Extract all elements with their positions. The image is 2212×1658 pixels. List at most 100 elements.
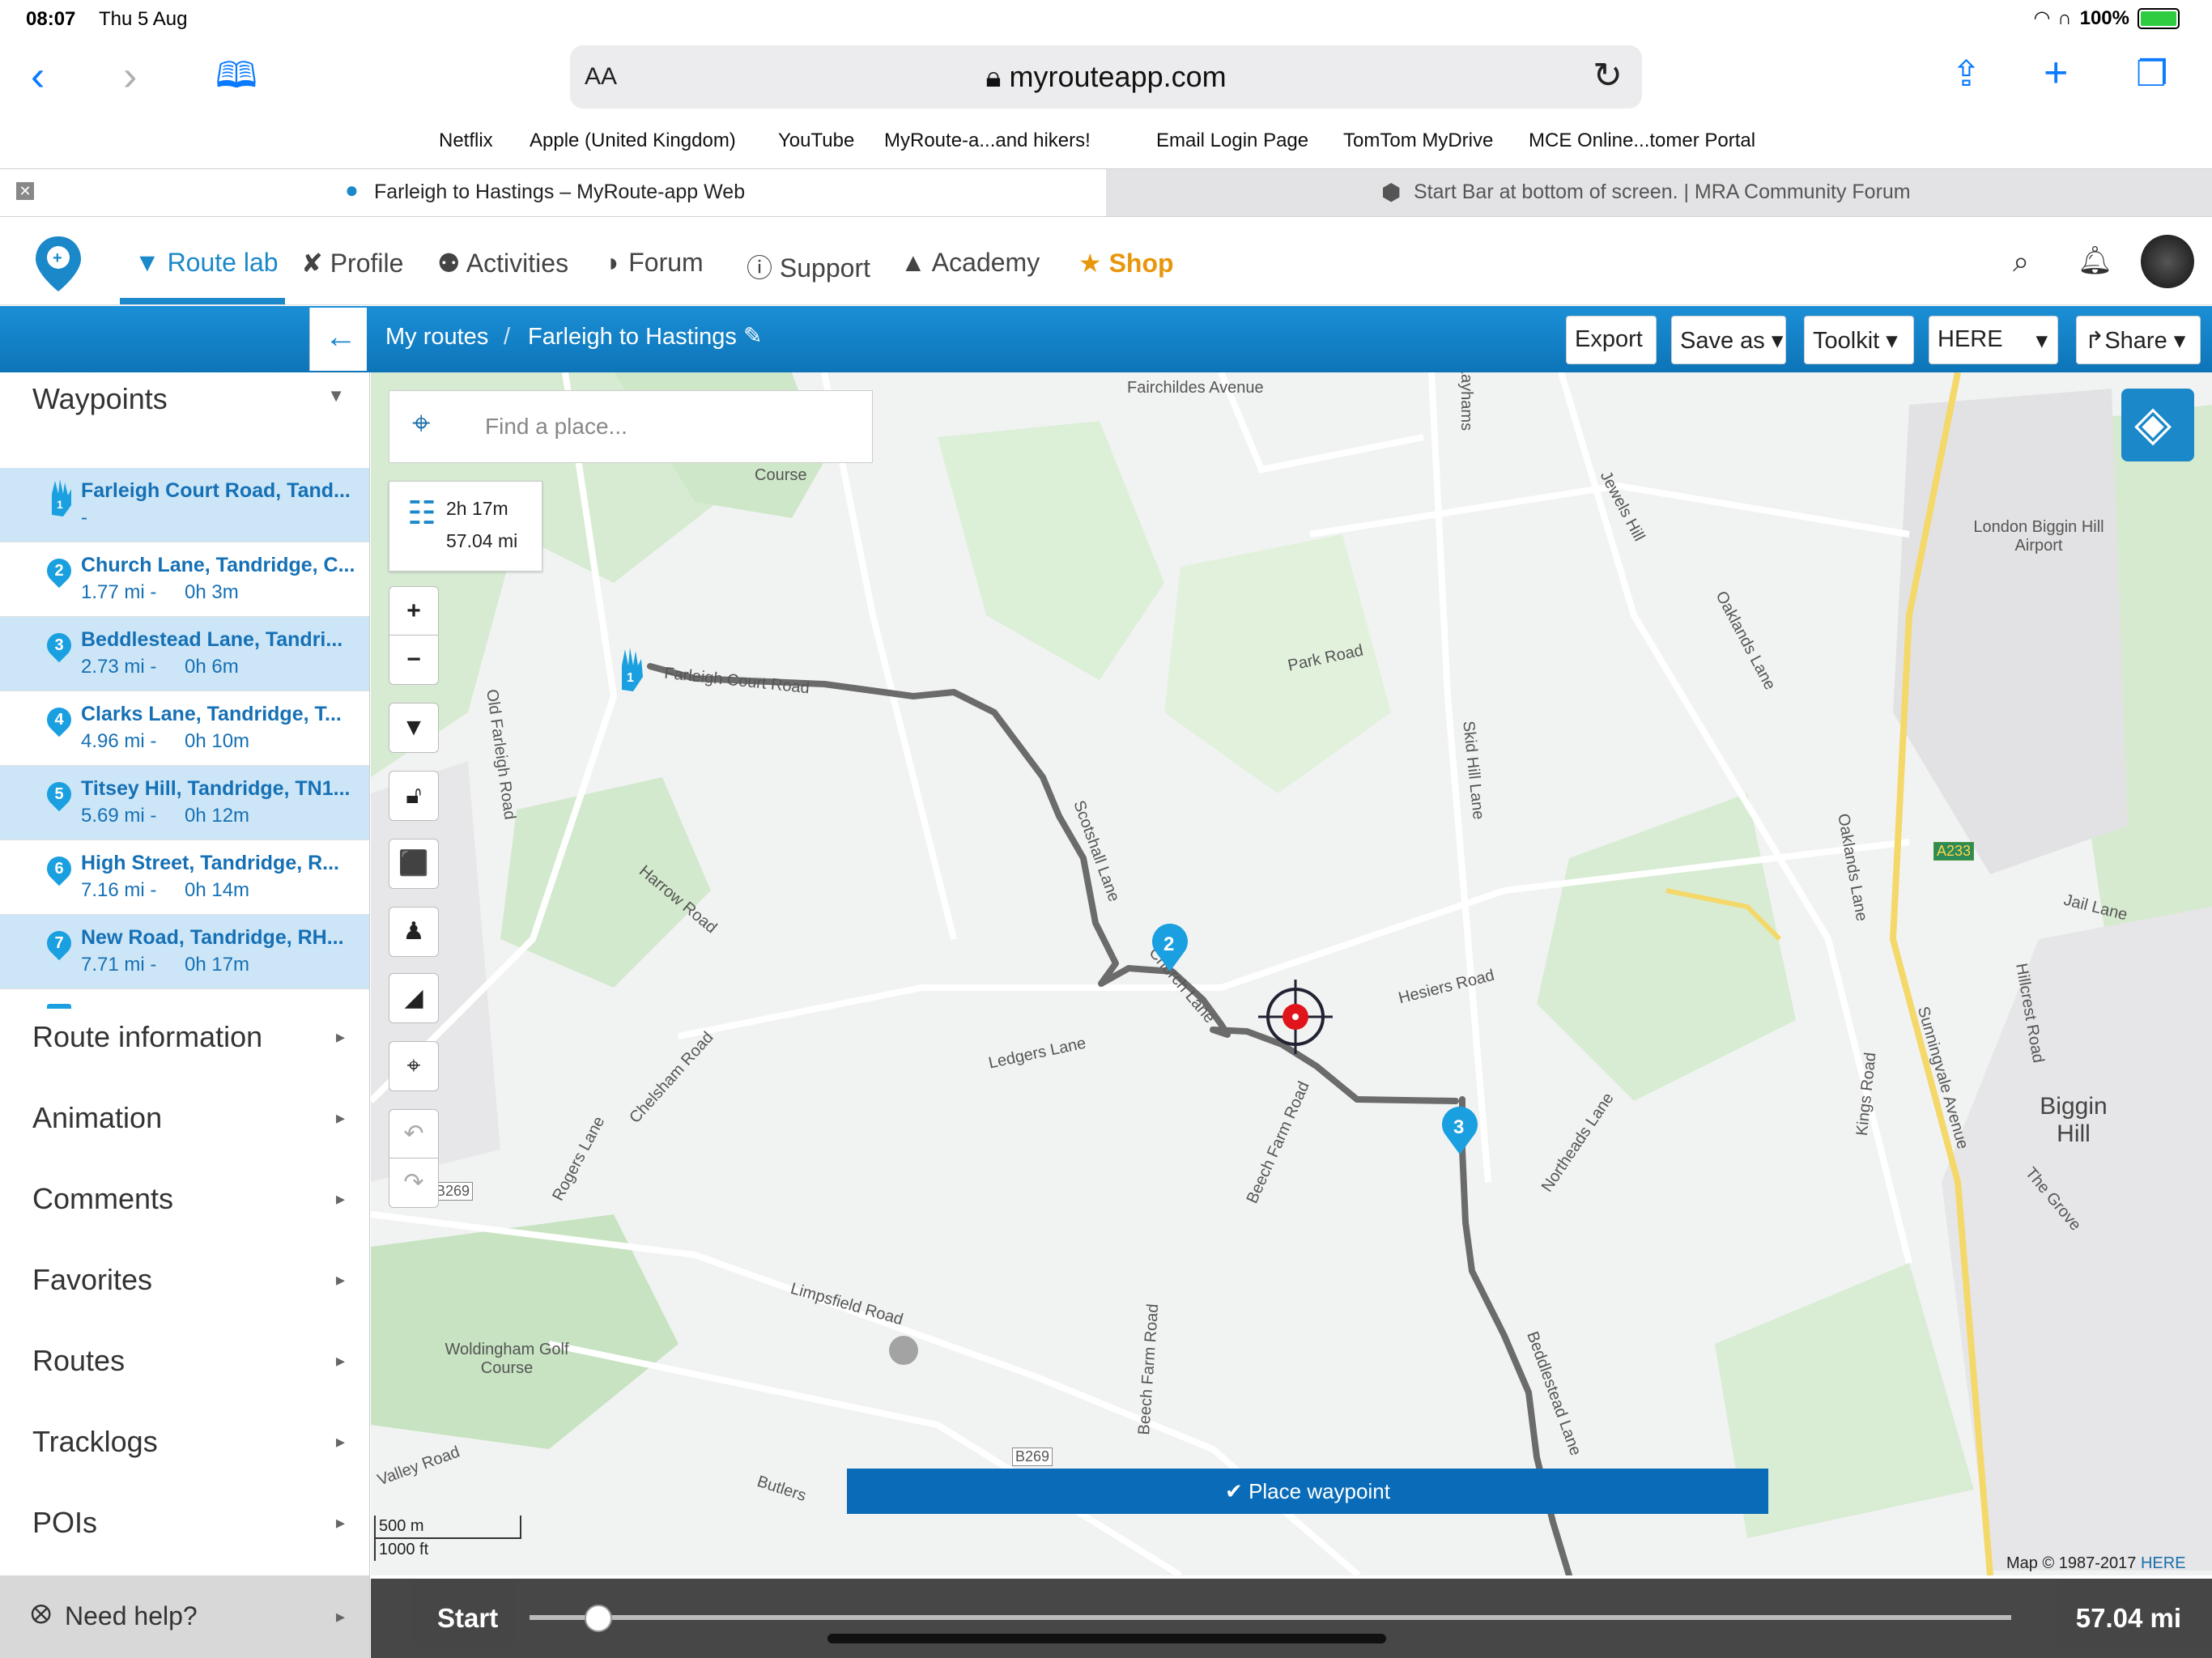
bookmark-item[interactable]: Netflix bbox=[439, 130, 493, 152]
section-routes[interactable]: Routes bbox=[32, 1344, 125, 1378]
back-icon[interactable]: ‹ bbox=[31, 55, 45, 97]
route-waypoint-3-marker-icon[interactable]: 3 bbox=[1440, 1106, 1480, 1156]
layers-icon: ◈ bbox=[2134, 396, 2172, 450]
chevron-right-icon[interactable]: ▸ bbox=[336, 1027, 345, 1048]
bookmark-item[interactable]: Apple (United Kingdom) bbox=[530, 130, 736, 152]
map-marker-icon: ▼ bbox=[134, 248, 168, 277]
unlock-icon[interactable]: 🔓︎ bbox=[389, 771, 439, 821]
avatar[interactable] bbox=[2141, 235, 2194, 288]
tabs-overview-icon[interactable]: ❐ bbox=[2136, 57, 2167, 92]
slider-handle[interactable] bbox=[585, 1605, 612, 1632]
bookmark-item[interactable]: MCE Online...tomer Portal bbox=[1529, 130, 1755, 152]
share-button[interactable]: ↱Share ▾ bbox=[2076, 316, 2201, 364]
waypoint-item-2[interactable]: 2 Church Lane, Tandridge, C... 1.77 mi -… bbox=[0, 542, 369, 617]
waypoint-item-3[interactable]: 3 Beddlestead Lane, Tandri... 2.73 mi - … bbox=[0, 617, 369, 691]
close-tab-icon[interactable]: ✕ bbox=[16, 182, 34, 200]
place-search-box[interactable]: ⌖ Find a place... bbox=[389, 390, 873, 463]
section-animation[interactable]: Animation bbox=[32, 1101, 162, 1135]
myroute-logo-icon[interactable]: + bbox=[32, 233, 84, 295]
elevation-chart-icon[interactable]: ◢ bbox=[389, 973, 439, 1023]
section-pois[interactable]: POIs bbox=[32, 1506, 97, 1540]
app-navigation: + ▼ Route lab ✘ Profile ⚉ Activities ◗ F… bbox=[0, 217, 2212, 305]
map-label: London Biggin Hill Airport bbox=[1973, 518, 2104, 555]
route-start-marker-icon[interactable]: 1 bbox=[614, 644, 654, 693]
route-position-slider[interactable] bbox=[530, 1615, 2011, 1620]
share-icon[interactable]: ⇪ bbox=[1951, 57, 1981, 92]
map-layers-button[interactable]: ◈ bbox=[2121, 389, 2194, 461]
bookmark-item[interactable]: MyRoute-a...and hikers! bbox=[884, 130, 1091, 152]
address-bar[interactable]: AA 🔒︎ myrouteapp.com ↻ bbox=[570, 45, 1642, 108]
tab-active[interactable]: ✕ ● Farleigh to Hastings – MyRoute-app W… bbox=[0, 169, 1106, 216]
reload-icon[interactable]: ↻ bbox=[1593, 55, 1623, 96]
need-help-button[interactable]: ⭙ Need help? ▸ bbox=[0, 1575, 369, 1658]
section-route-information[interactable]: Route information bbox=[32, 1020, 262, 1054]
new-tab-icon[interactable]: + bbox=[2044, 52, 2068, 94]
caret-down-icon: ▾ bbox=[2167, 328, 2186, 354]
chevron-right-icon[interactable]: ▸ bbox=[336, 1188, 345, 1209]
bookmarks-bar: Netflix Apple (United Kingdom) YouTube M… bbox=[0, 125, 2212, 160]
edit-icon[interactable]: ✎ bbox=[743, 322, 762, 349]
marker-tool-icon[interactable]: ▼ bbox=[389, 703, 439, 753]
bookmark-item[interactable]: TomTom MyDrive bbox=[1343, 130, 1493, 152]
waypoint-item-4[interactable]: 4 Clarks Lane, Tandridge, T... 4.96 mi -… bbox=[0, 691, 369, 766]
bell-icon[interactable]: 🔔︎ bbox=[2078, 244, 2112, 277]
chevron-right-icon[interactable]: ▸ bbox=[336, 1431, 345, 1452]
nav-shop[interactable]: ★ Shop bbox=[1078, 248, 1174, 278]
chevron-right-icon[interactable]: ▸ bbox=[336, 1269, 345, 1290]
street-view-icon[interactable]: ♟ bbox=[389, 907, 439, 957]
nav-activities[interactable]: ⚉ Activities bbox=[437, 248, 568, 278]
toolkit-button[interactable]: Toolkit ▾ bbox=[1804, 316, 1914, 364]
nav-academy[interactable]: ▲ Academy bbox=[900, 248, 1040, 278]
road-number-label: B269 bbox=[1012, 1448, 1053, 1466]
place-waypoint-button[interactable]: ✔ Place waypoint bbox=[847, 1469, 1768, 1514]
zoom-in-button[interactable]: + bbox=[389, 586, 439, 636]
here-link[interactable]: HERE bbox=[2141, 1554, 2186, 1572]
waypoint-time: 0h 12m bbox=[185, 805, 250, 827]
breadcrumb-my-routes[interactable]: My routes bbox=[385, 324, 488, 351]
map-canvas[interactable]: Fairchildes Avenue Course Layhams Jewels… bbox=[371, 372, 2212, 1575]
search-input[interactable]: Find a place... bbox=[485, 414, 627, 440]
nav-route-lab[interactable]: ▼ Route lab bbox=[134, 248, 279, 278]
save-as-button[interactable]: Save as ▾ bbox=[1671, 316, 1786, 364]
redo-icon[interactable]: ↷ bbox=[389, 1158, 439, 1208]
waypoint-item-5[interactable]: 5 Titsey Hill, Tandridge, TN1... 5.69 mi… bbox=[0, 766, 369, 840]
nav-forum[interactable]: ◗ Forum bbox=[606, 248, 704, 278]
export-button[interactable]: Export bbox=[1566, 316, 1657, 364]
waypoint-distance: - bbox=[81, 507, 87, 529]
chevron-right-icon[interactable]: ▸ bbox=[336, 1512, 345, 1533]
nav-support[interactable]: ⓘ Support bbox=[747, 248, 870, 285]
svg-text:3: 3 bbox=[1453, 1116, 1464, 1138]
section-favorites[interactable]: Favorites bbox=[32, 1263, 152, 1297]
chevron-right-icon[interactable]: ▸ bbox=[336, 1107, 345, 1129]
waypoint-item-6[interactable]: 6 High Street, Tandridge, R... 7.16 mi -… bbox=[0, 840, 369, 915]
forward-icon[interactable]: › bbox=[123, 55, 137, 97]
section-tracklogs[interactable]: Tracklogs bbox=[32, 1425, 158, 1459]
chevron-right-icon: ▸ bbox=[335, 1606, 345, 1626]
nav-profile[interactable]: ✘ Profile bbox=[301, 248, 403, 278]
chevron-right-icon[interactable]: ▸ bbox=[336, 1350, 345, 1371]
locate-crosshair-icon[interactable]: ⌖ bbox=[389, 1041, 439, 1091]
bookmark-item[interactable]: Email Login Page bbox=[1156, 130, 1308, 152]
search-icon[interactable]: ⌕ bbox=[2013, 244, 2029, 279]
waypoint-item-1[interactable]: 1 Farleigh Court Road, Tand... - bbox=[0, 468, 369, 542]
crosshair-target-icon[interactable] bbox=[1255, 976, 1336, 1057]
waypoint-name: Farleigh Court Road, Tand... bbox=[81, 479, 351, 502]
caret-down-icon: ▾ bbox=[1879, 328, 1898, 354]
caret-down-icon[interactable]: ▼ bbox=[327, 385, 345, 406]
waypoints-heading[interactable]: Waypoints bbox=[32, 382, 168, 416]
tab-inactive[interactable]: ⬢ Start Bar at bottom of screen. | MRA C… bbox=[1106, 169, 2212, 216]
map-provider-select[interactable]: HERE ▾ bbox=[1929, 316, 2058, 364]
route-waypoint-2-marker-icon[interactable]: 2 bbox=[1150, 923, 1190, 973]
waypoint-distance: 7.16 mi - bbox=[81, 879, 157, 901]
section-comments[interactable]: Comments bbox=[32, 1182, 173, 1216]
undo-icon[interactable]: ↶ bbox=[389, 1109, 439, 1159]
waypoint-time: 0h 6m bbox=[185, 656, 239, 678]
collapse-sidebar-button[interactable]: ← bbox=[309, 308, 367, 371]
map-label: Biggin Hill bbox=[2040, 1093, 2108, 1147]
3d-cube-icon[interactable]: ⬛ bbox=[389, 839, 439, 889]
bookmark-item[interactable]: YouTube bbox=[778, 130, 854, 152]
bookmarks-book-icon[interactable]: 🕮 bbox=[215, 58, 257, 94]
zoom-out-button[interactable]: − bbox=[389, 635, 439, 685]
wifi-icon: ◠ bbox=[2034, 7, 2050, 29]
waypoint-item-7[interactable]: 7 New Road, Tandridge, RH... 7.71 mi - 0… bbox=[0, 915, 369, 989]
